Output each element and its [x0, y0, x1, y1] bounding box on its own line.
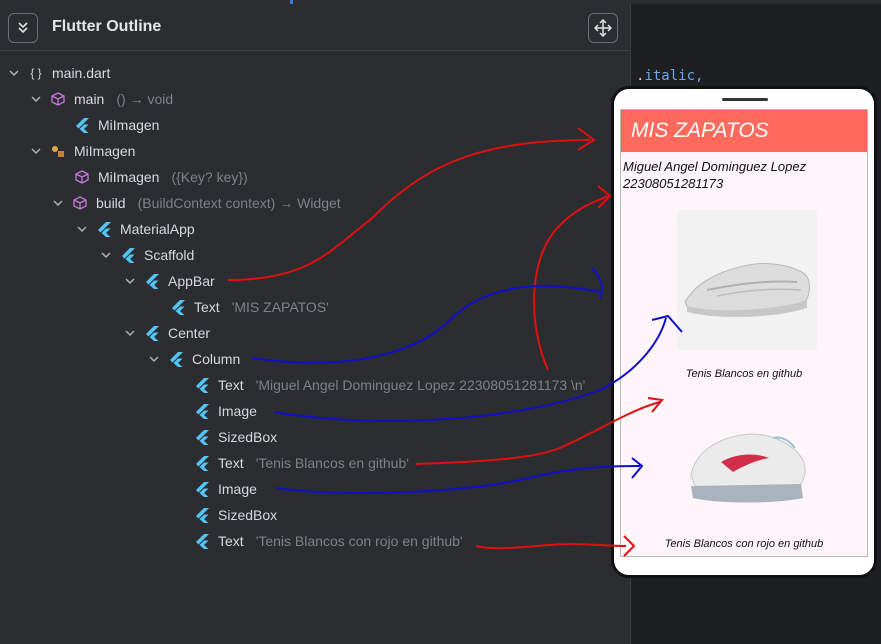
flutter-icon	[170, 299, 186, 315]
braces-icon: { }	[30, 66, 42, 80]
caption-2: Tenis Blancos con rojo en github	[664, 538, 824, 550]
tree-node-label: Image	[218, 481, 257, 497]
tree-node-detail: ({Key? key})	[171, 169, 248, 185]
tree-node-center[interactable]: Center	[122, 320, 210, 346]
tree-node-label: MaterialApp	[120, 221, 195, 237]
flutter-icon	[194, 481, 210, 497]
tree-node-image-2[interactable]: Image	[194, 476, 257, 502]
panel-title: Flutter Outline	[52, 18, 162, 35]
flutter-icon	[144, 273, 160, 289]
chevron-down-icon[interactable]	[122, 325, 138, 341]
shoe-image-white	[677, 210, 817, 350]
collapse-all-button[interactable]	[8, 13, 38, 43]
app-bar-title: MIS ZAPATOS	[631, 119, 769, 142]
flutter-icon	[194, 377, 210, 393]
flutter-icon	[194, 533, 210, 549]
tree-node-label: Text	[194, 299, 220, 315]
tree-node-constructor[interactable]: MiImagen ({Key? key})	[74, 164, 248, 190]
tree-node-label: MiImagen	[98, 169, 160, 185]
tree-node-label: main.dart	[52, 65, 111, 81]
tree-node-label: main	[74, 91, 105, 107]
tree-node-label: MiImagen	[98, 117, 160, 133]
flutter-icon	[144, 325, 160, 341]
tree-node-label: SizedBox	[218, 507, 278, 523]
double-chevron-down-icon	[18, 22, 28, 34]
tree-node-detail: 'Tenis Blancos con rojo en github'	[255, 533, 463, 549]
tree-node-text-caption-2[interactable]: Text 'Tenis Blancos con rojo en github'	[194, 528, 463, 554]
chevron-down-icon[interactable]	[28, 91, 44, 107]
tree-node-label: Image	[218, 403, 257, 419]
tree-node-image-1[interactable]: Image	[194, 398, 257, 424]
code-fragment: .italic,	[636, 68, 703, 84]
flutter-icon	[194, 507, 210, 523]
tree-node-detail: (BuildContext context) → Widget	[137, 195, 341, 211]
tree-node-column[interactable]: Column	[146, 346, 240, 372]
flutter-icon	[168, 351, 184, 367]
tree-node-appbar[interactable]: AppBar	[122, 268, 215, 294]
tree-node-label: AppBar	[168, 273, 215, 289]
tree-node-label: SizedBox	[218, 429, 278, 445]
tree-node-miimagen-call[interactable]: MiImagen	[74, 112, 159, 138]
phone-preview: MIS ZAPATOS Miguel Angel Dominguez Lopez…	[611, 86, 877, 578]
author-text: Miguel Angel Dominguez Lopez 22308051281…	[623, 159, 807, 191]
chevron-down-icon[interactable]	[28, 143, 44, 159]
tree-node-label: Text	[218, 377, 244, 393]
chevron-down-icon[interactable]	[98, 247, 114, 263]
phone-notch	[722, 98, 768, 101]
tree-node-text-caption-1[interactable]: Text 'Tenis Blancos en github'	[194, 450, 409, 476]
tree-node-scaffold[interactable]: Scaffold	[98, 242, 194, 268]
flutter-icon	[194, 455, 210, 471]
chevron-down-icon[interactable]	[6, 65, 22, 81]
tree-node-label: Column	[192, 351, 241, 367]
tree-node-sizedbox-1[interactable]: SizedBox	[194, 424, 277, 450]
tree-node-label: build	[96, 195, 126, 211]
method-cube-icon	[72, 195, 88, 211]
tree-node-miimagen-class[interactable]: MiImagen	[28, 138, 135, 164]
tree-node-label: Text	[218, 533, 244, 549]
tree-node-build[interactable]: build (BuildContext context) → Widget	[50, 190, 341, 216]
tree-node-detail: 'Miguel Angel Dominguez Lopez 2230805128…	[255, 377, 586, 393]
flutter-icon	[120, 247, 136, 263]
tree-node-label: Center	[168, 325, 211, 341]
move-button[interactable]	[588, 13, 618, 43]
flutter-icon	[96, 221, 112, 237]
move-arrows-icon	[594, 19, 612, 37]
tree-node-detail: 'MIS ZAPATOS'	[231, 299, 329, 315]
tree-node-detail: 'Tenis Blancos en github'	[255, 455, 409, 471]
tree-node-text-author[interactable]: Text 'Miguel Angel Dominguez Lopez 22308…	[194, 372, 585, 398]
code-text: italic,	[644, 68, 704, 84]
tree-node-main[interactable]: main () → void	[28, 86, 173, 112]
tree-node-materialapp[interactable]: MaterialApp	[74, 216, 195, 242]
chevron-down-icon[interactable]	[74, 221, 90, 237]
class-icon	[50, 143, 66, 159]
flutter-icon	[74, 117, 90, 133]
tree-node-label: MiImagen	[74, 143, 136, 159]
chevron-down-icon[interactable]	[50, 195, 66, 211]
tree-node-label: Text	[218, 455, 244, 471]
tree-node-sizedbox-2[interactable]: SizedBox	[194, 502, 277, 528]
caption-1: Tenis Blancos en github	[685, 368, 803, 380]
chevron-down-icon[interactable]	[146, 351, 162, 367]
flutter-icon	[194, 403, 210, 419]
constructor-cube-icon	[74, 169, 90, 185]
tree-node-label: Scaffold	[144, 247, 195, 263]
chevron-down-icon[interactable]	[122, 273, 138, 289]
tree-node-text-title[interactable]: Text 'MIS ZAPATOS'	[170, 294, 329, 320]
tree-node-detail: () → void	[116, 91, 174, 107]
app-screen: MIS ZAPATOS Miguel Angel Dominguez Lopez…	[620, 109, 868, 557]
flutter-icon	[194, 429, 210, 445]
function-cube-icon	[50, 91, 66, 107]
flutter-outline-panel: Flutter Outline { } main.dart main () → …	[0, 4, 631, 644]
app-bar: MIS ZAPATOS	[621, 110, 867, 152]
panel-header: Flutter Outline	[0, 4, 630, 51]
shoe-image-red	[677, 406, 817, 510]
tree-node-main-dart[interactable]: { } main.dart	[6, 60, 110, 86]
